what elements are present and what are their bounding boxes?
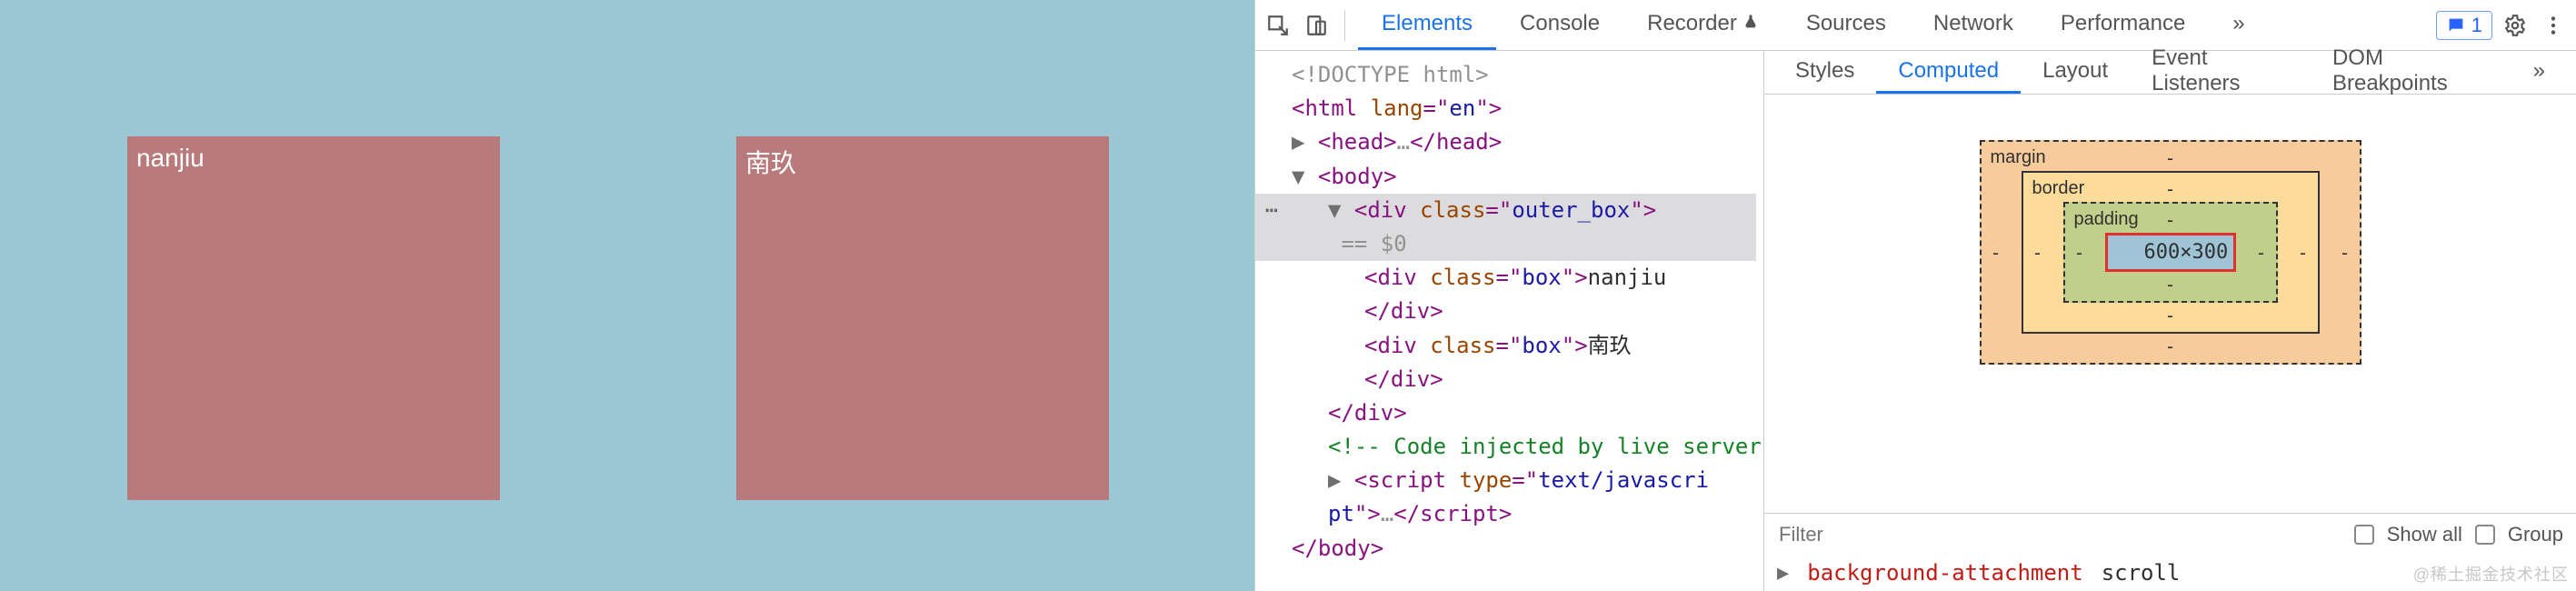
box-model-diagram[interactable]: margin - - - - border - - - - [1980,140,2361,365]
tab-computed[interactable]: Computed [1876,51,2021,94]
dom-node-selected[interactable]: ▼ <div class="outer_box"> [1255,194,1756,227]
settings-icon[interactable] [2500,10,2531,41]
box-model-margin[interactable]: margin - - - - border - - - - [1980,140,2361,365]
bm-label-margin: margin [1991,147,2046,168]
dom-node[interactable]: <div class="box">nanjiu [1255,261,1756,295]
tabs-overflow[interactable]: » [2209,0,2268,50]
issues-count: 1 [2471,14,2482,37]
device-toggle-icon[interactable] [1301,10,1332,41]
side-tabs: Styles Computed Layout Event Listeners D… [1764,51,2576,95]
css-property-value: scroll [2102,560,2181,586]
group-label: Group [2508,523,2563,546]
devtools-toolbar: Elements Console Recorder Sources Networ… [1255,0,2576,51]
filter-input[interactable] [1777,522,1886,547]
css-property-name: background-attachment [1807,560,2082,586]
issues-badge[interactable]: 1 [2436,11,2492,40]
dom-selected-marker: == $0 [1255,227,1756,261]
box-model-border[interactable]: border - - - - padding - - - [2022,171,2320,334]
dom-node[interactable]: <html lang="en"> [1255,92,1756,125]
show-all-label: Show all [2387,523,2462,546]
more-icon[interactable] [2538,10,2569,41]
dom-node[interactable]: <div class="box">南玖 [1255,329,1756,363]
box-label: 南玖 [745,149,796,177]
box-model-content[interactable]: 600×300 [2105,233,2236,272]
box-nanjiu: nanjiu [127,136,500,500]
elements-dom-tree[interactable]: <!DOCTYPE html> <html lang="en"> ▶ <head… [1255,51,1764,591]
dom-node[interactable]: </div> [1255,363,1756,396]
dom-comment[interactable]: <!-- Code injected by live server --> [1255,430,1756,464]
devtools-main-tabs: Elements Console Recorder Sources Networ… [1358,0,2269,50]
gutter-marker: ⋯ [1255,194,1288,227]
devtools-panel: Elements Console Recorder Sources Networ… [1254,0,2576,591]
dom-node[interactable]: ▼ <body> [1255,160,1756,194]
bm-label-padding: padding [2074,209,2139,230]
computed-filter-row: Show all Group [1764,513,2576,555]
tab-performance[interactable]: Performance [2037,0,2209,50]
dom-node[interactable]: ▶ <script type="text/javascri [1255,464,1756,497]
expand-icon[interactable]: ▶ [1777,562,1789,585]
watermark: @稀土掘金技术社区 [2413,562,2569,586]
dom-node[interactable]: </div> [1255,295,1756,328]
box-nanjiu-cn: 南玖 [736,136,1109,500]
tab-dom-breakpoints[interactable]: DOM Breakpoints [2311,51,2511,94]
dom-node[interactable]: ▶ <head>…</head> [1255,125,1756,159]
box-model-padding[interactable]: padding - - - - 600×300 [2063,202,2278,303]
separator [1344,10,1345,41]
flask-icon [1742,11,1759,36]
tab-recorder[interactable]: Recorder [1623,0,1782,50]
dom-node[interactable]: </div> [1255,396,1756,430]
elements-side-pane: Styles Computed Layout Event Listeners D… [1764,51,2576,591]
dom-node[interactable]: </body> [1255,532,1756,566]
group-checkbox[interactable] [2475,525,2495,545]
dom-node[interactable]: pt">…</script> [1255,497,1756,531]
tab-network[interactable]: Network [1910,0,2037,50]
rendered-page: nanjiu 南玖 [0,0,1254,591]
tab-styles[interactable]: Styles [1773,51,1876,94]
show-all-checkbox[interactable] [2354,525,2374,545]
side-tabs-overflow[interactable]: » [2511,51,2567,94]
box-label: nanjiu [136,144,205,172]
tab-layout[interactable]: Layout [2021,51,2130,94]
inspect-icon[interactable] [1263,10,1293,41]
dom-node[interactable]: <!DOCTYPE html> [1255,58,1756,92]
tab-event-listeners[interactable]: Event Listeners [2130,51,2311,94]
bm-label-border: border [2032,178,2085,199]
tab-label: Recorder [1647,11,1737,36]
tab-sources[interactable]: Sources [1782,0,1910,50]
tab-elements[interactable]: Elements [1358,0,1496,50]
tab-console[interactable]: Console [1496,0,1623,50]
